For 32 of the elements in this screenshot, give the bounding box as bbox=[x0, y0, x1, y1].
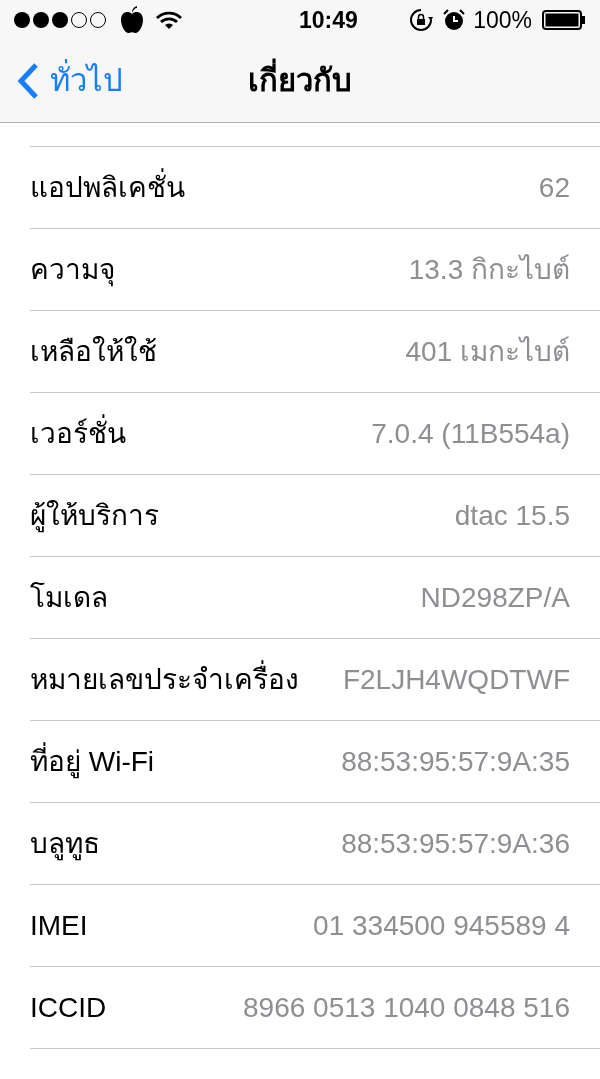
row-label: เวอร์ชั่น bbox=[30, 412, 126, 455]
row-label: หมายเลขประจำเครื่อง bbox=[30, 658, 299, 701]
row-value: 401 เมกะไบต์ bbox=[405, 334, 570, 369]
rotation-lock-icon bbox=[409, 8, 434, 32]
row-value: 13.3 กิกะไบต์ bbox=[408, 252, 570, 287]
row-label: เหลือให้ใช้ bbox=[30, 334, 157, 369]
row-value: 88:53:95:57:9A:36 bbox=[341, 826, 570, 861]
battery-percent: 100% bbox=[473, 5, 532, 35]
row-value: 88:53:95:57:9A:35 bbox=[341, 744, 570, 779]
row-value: ND298ZP/A bbox=[420, 580, 570, 615]
apple-icon bbox=[120, 5, 144, 35]
alarm-clock-icon bbox=[443, 9, 466, 31]
row-value: 62 bbox=[538, 170, 570, 205]
row-value: 8966 0513 1040 0848 516 bbox=[243, 990, 570, 1025]
row-value: F2LJH4WQDTWF bbox=[342, 662, 570, 697]
wifi-icon bbox=[156, 10, 182, 30]
row-label: ICCID bbox=[30, 990, 107, 1025]
chevron-left-icon bbox=[16, 62, 40, 100]
row-label: ที่อยู่ Wi-Fi bbox=[30, 740, 155, 783]
row-value: 01 334500 945589 4 bbox=[313, 908, 570, 943]
row-value: dtac 15.5 bbox=[454, 498, 570, 533]
battery-icon bbox=[542, 10, 586, 30]
row-label: ความจุ bbox=[30, 252, 115, 289]
row-label: แอปพลิเคชั่น bbox=[30, 166, 185, 209]
row-label: IMEI bbox=[30, 908, 88, 943]
row-value: 7.0.4 (11B554a) bbox=[371, 416, 570, 451]
nav-title: เกี่ยวกับ bbox=[248, 57, 352, 105]
status-time: 10:49 bbox=[299, 5, 358, 35]
row-label: ผู้ให้บริการ bbox=[30, 498, 159, 535]
row-label: โมเดล bbox=[30, 580, 108, 615]
back-button[interactable]: ทั่วไป bbox=[0, 57, 123, 105]
row-label: บลูทูธ bbox=[30, 826, 100, 863]
